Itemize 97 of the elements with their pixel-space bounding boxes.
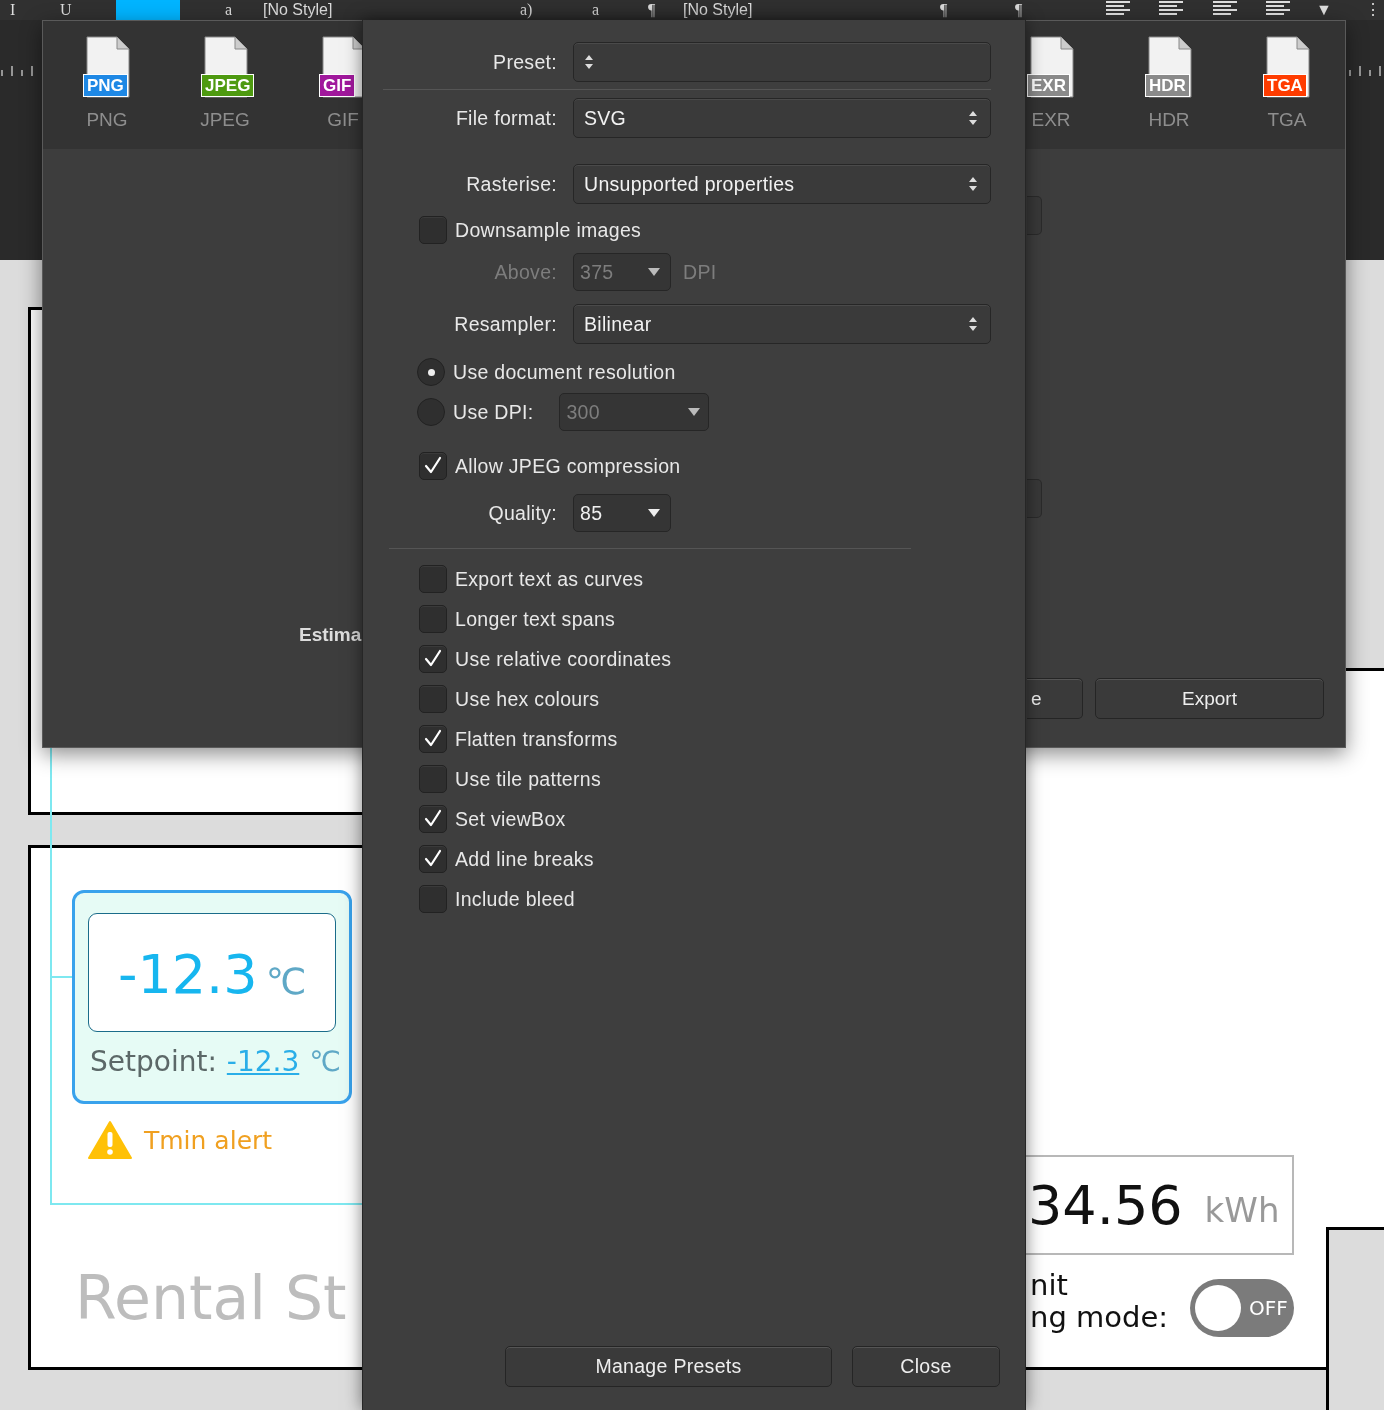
- field-label: Above:: [493, 260, 558, 284]
- checkbox[interactable]: [419, 725, 447, 753]
- format-label[interactable]: GIF: [327, 109, 359, 131]
- toolbar-button[interactable]: ▼: [1316, 0, 1332, 19]
- button[interactable]: Close: [852, 1346, 1000, 1387]
- format-badge: PNG: [83, 74, 128, 97]
- alert-text: Tmin alert: [144, 1125, 273, 1155]
- field-label: Quality:: [487, 501, 558, 525]
- checkbox[interactable]: [419, 645, 447, 673]
- combo-box[interactable]: 85: [573, 494, 671, 532]
- checkbox[interactable]: [419, 452, 447, 480]
- checkbox[interactable]: [419, 885, 447, 913]
- stepper-icon: [968, 110, 978, 126]
- format-badge: EXR: [1027, 74, 1070, 97]
- dropdown[interactable]: Bilinear: [573, 304, 991, 344]
- checkbox[interactable]: [419, 845, 447, 873]
- button[interactable]: Manage Presets: [505, 1346, 832, 1387]
- checkbox[interactable]: [419, 605, 447, 633]
- energy-value: 34.56: [1028, 1173, 1183, 1237]
- style-dropdown[interactable]: [No Style]: [683, 0, 753, 19]
- format-label[interactable]: PNG: [86, 109, 128, 131]
- check-icon: [423, 456, 443, 476]
- format-label[interactable]: EXR: [1031, 109, 1071, 131]
- checkbox-label[interactable]: Use relative coordinates: [455, 647, 672, 671]
- radio-button[interactable]: [417, 398, 445, 426]
- format-badge: HDR: [1145, 74, 1190, 97]
- format-badge: GIF: [319, 74, 356, 97]
- align-icon: [1158, 0, 1184, 16]
- format-label[interactable]: JPEG: [200, 109, 250, 131]
- checkbox-label[interactable]: Allow JPEG compression: [455, 454, 681, 478]
- field-label: Resampler:: [453, 312, 558, 336]
- radio-label[interactable]: Use DPI:: [453, 400, 534, 424]
- align-icon: [1212, 0, 1238, 16]
- unit-label: ℃: [265, 961, 307, 1002]
- stepper-icon: [584, 54, 594, 70]
- align-icon: [1265, 0, 1291, 16]
- dropdown[interactable]: Unsupported properties: [573, 164, 991, 204]
- checkbox-label[interactable]: Use tile patterns: [455, 767, 601, 791]
- estimate-label: Estima: [299, 624, 362, 646]
- dropdown[interactable]: SVG: [573, 98, 991, 138]
- setpoint-label: Setpoint:: [90, 1045, 217, 1078]
- checkbox-label[interactable]: Add line breaks: [455, 847, 594, 871]
- checkbox-label[interactable]: Set viewBox: [455, 807, 566, 831]
- caret-icon: [688, 408, 701, 416]
- align-icon: [1105, 0, 1131, 16]
- format-badge: TGA: [1263, 74, 1307, 97]
- toolbar-button[interactable]: ¶: [648, 0, 656, 19]
- field-label: File format:: [454, 106, 558, 130]
- caret-icon: [648, 509, 660, 517]
- radio-label[interactable]: Use document resolution: [453, 360, 676, 384]
- checkbox-label[interactable]: Export text as curves: [455, 567, 644, 591]
- dropdown[interactable]: [573, 42, 991, 82]
- stepper-icon: [968, 176, 978, 192]
- mode-label: nit ng mode:: [1030, 1269, 1169, 1333]
- field-label: Preset:: [492, 50, 558, 74]
- stepper-icon: [968, 316, 978, 332]
- check-icon: [423, 729, 443, 749]
- checkbox[interactable]: [419, 685, 447, 713]
- checkbox[interactable]: [419, 805, 447, 833]
- caret-icon: [648, 268, 660, 276]
- unit-label: DPI: [683, 260, 717, 284]
- field-edge[interactable]: [1027, 196, 1042, 235]
- unit-label: kWh: [1204, 1190, 1280, 1230]
- checkbox-label[interactable]: Flatten transforms: [455, 727, 618, 751]
- checkbox-label[interactable]: Include bleed: [455, 887, 575, 911]
- artboard-title: Rental St: [75, 1262, 347, 1335]
- field-label: Rasterise:: [465, 172, 558, 196]
- toolbar-button[interactable]: a): [520, 0, 533, 19]
- toolbar-button[interactable]: ¶: [940, 0, 948, 19]
- check-icon: [423, 809, 443, 829]
- field-edge[interactable]: [1027, 479, 1042, 518]
- checkbox[interactable]: [419, 765, 447, 793]
- unit-label: ℃: [309, 1045, 341, 1078]
- radio-button[interactable]: [417, 358, 445, 386]
- checkbox[interactable]: [419, 565, 447, 593]
- checkbox-label[interactable]: Downsample images: [455, 218, 642, 242]
- format-badge: JPEG: [201, 74, 255, 97]
- button[interactable]: e: [1027, 678, 1083, 719]
- checkbox-label[interactable]: Use hex colours: [455, 687, 600, 711]
- color-swatch[interactable]: [116, 0, 180, 20]
- checkbox[interactable]: [419, 216, 447, 244]
- style-dropdown[interactable]: [No Style]: [263, 0, 333, 19]
- check-icon: [423, 649, 443, 669]
- toolbar-button[interactable]: a: [225, 0, 233, 19]
- ruler: [1346, 64, 1384, 76]
- format-label[interactable]: TGA: [1267, 109, 1307, 131]
- toolbar-button[interactable]: ¶: [1015, 0, 1023, 19]
- temperature-reading: -12.3: [117, 943, 258, 1006]
- toolbar-button[interactable]: U: [60, 0, 72, 19]
- toolbar-button[interactable]: I: [10, 0, 16, 19]
- checkbox-label[interactable]: Longer text spans: [455, 607, 616, 631]
- toolbar-button[interactable]: a: [592, 0, 600, 19]
- toolbar-button[interactable]: ⋮: [1365, 0, 1381, 19]
- button[interactable]: Export: [1095, 678, 1324, 719]
- check-icon: [423, 849, 443, 869]
- warning-icon: [88, 1120, 132, 1160]
- format-label[interactable]: HDR: [1148, 109, 1190, 131]
